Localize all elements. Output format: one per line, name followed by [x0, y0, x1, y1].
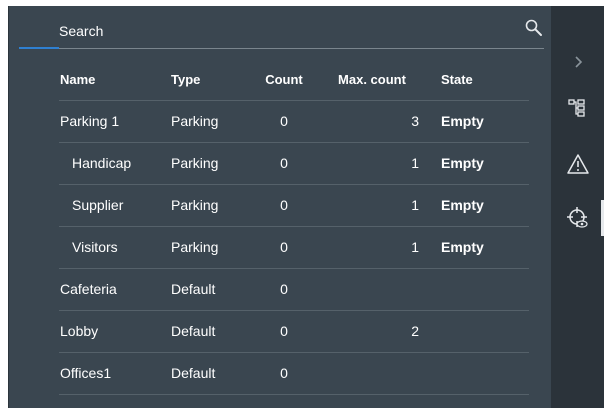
table-row[interactable]: Handicap Parking 0 1 Empty	[59, 142, 529, 184]
row-name: Supplier	[72, 197, 124, 213]
row-max-count: 1	[411, 155, 419, 171]
row-count: 0	[280, 113, 288, 129]
expand-chevron-icon[interactable]	[551, 44, 604, 80]
table-row[interactable]: Lobby Default 0 2	[59, 310, 529, 352]
row-count: 0	[280, 197, 288, 213]
row-name: Parking 1	[60, 113, 120, 129]
header-type[interactable]: Type	[171, 59, 200, 100]
row-max-count: 2	[411, 323, 419, 339]
side-rail	[551, 6, 604, 408]
row-state: Empty	[441, 239, 484, 255]
table-row[interactable]: Visitors Parking 0 1 Empty	[59, 226, 529, 268]
row-count: 0	[280, 155, 288, 171]
header-max-count[interactable]: Max. count	[327, 59, 417, 100]
row-max-count	[339, 353, 419, 394]
row-type: Parking	[171, 113, 219, 129]
row-name: Visitors	[72, 239, 118, 255]
warning-icon[interactable]	[551, 146, 604, 182]
table-row[interactable]: Offices1 Default 0	[59, 352, 529, 395]
row-name: Cafeteria	[60, 281, 117, 297]
row-name: Offices1	[60, 365, 112, 381]
row-count: 0	[280, 239, 288, 255]
occupancy-panel: Name Type Count Max. count State Parking…	[8, 6, 552, 408]
row-state: Empty	[441, 113, 484, 129]
search-bar	[19, 16, 544, 49]
row-max-count: 1	[411, 197, 419, 213]
table-row[interactable]: Supplier Parking 0 1 Empty	[59, 184, 529, 226]
row-type: Parking	[171, 239, 219, 255]
header-state[interactable]: State	[441, 59, 473, 100]
app-frame: Name Type Count Max. count State Parking…	[0, 0, 604, 414]
row-max-count: 3	[411, 113, 419, 129]
search-focus-underline	[19, 47, 59, 49]
tree-view-icon[interactable]	[551, 90, 604, 126]
search-icon[interactable]	[524, 18, 544, 38]
search-input[interactable]	[19, 16, 489, 46]
row-max-count	[339, 269, 419, 310]
row-type: Parking	[171, 155, 219, 171]
header-name[interactable]: Name	[60, 59, 95, 100]
row-type: Default	[171, 365, 216, 381]
monitoring-target-icon[interactable]	[551, 200, 604, 236]
row-type: Default	[171, 281, 216, 297]
row-max-count: 1	[411, 239, 419, 255]
row-count: 0	[280, 281, 288, 297]
header-count[interactable]: Count	[259, 59, 309, 100]
row-state: Empty	[441, 155, 484, 171]
row-type: Default	[171, 323, 216, 339]
table-row[interactable]: Parking 1 Parking 0 3 Empty	[59, 100, 529, 142]
table-header: Name Type Count Max. count State	[59, 59, 529, 100]
row-type: Parking	[171, 197, 219, 213]
row-count: 0	[280, 365, 288, 381]
row-name: Lobby	[60, 323, 99, 339]
row-state: Empty	[441, 197, 484, 213]
row-count: 0	[280, 323, 288, 339]
table-row[interactable]: Cafeteria Default 0	[59, 268, 529, 310]
row-name: Handicap	[72, 155, 132, 171]
